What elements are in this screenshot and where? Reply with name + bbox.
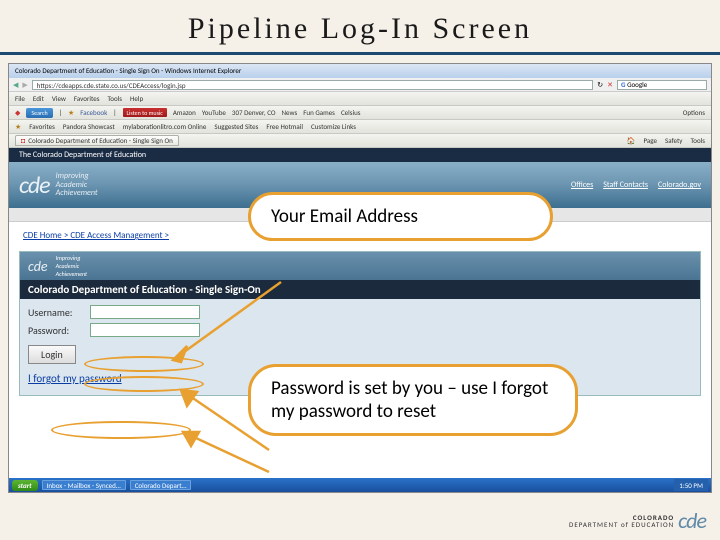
stop-icon[interactable]: ✕ [607, 80, 613, 89]
menu-edit[interactable]: Edit [33, 94, 44, 103]
cde-tagline: Improving Academic Achievement [56, 172, 98, 198]
cde-wordmark: cde [19, 171, 50, 200]
toolbar-icon[interactable]: ◆ [15, 108, 20, 117]
tab-title: Colorado Department of Education - Singl… [28, 136, 173, 145]
nav-back-icon[interactable]: ◀ [13, 80, 18, 89]
nav-fwd-icon[interactable]: ▶ [22, 80, 27, 89]
tray-clock: 1:50 PM [679, 481, 703, 490]
ie-tabs-row: ◘ Colorado Department of Education - Sin… [9, 134, 711, 148]
menu-view[interactable]: View [52, 94, 66, 103]
windows-taskbar: start Inbox - Mailbox - Synced… Colorado… [9, 478, 711, 492]
refresh-icon[interactable]: ↻ [597, 80, 603, 89]
toolbar-sep: | [59, 108, 62, 117]
footer-dept: DEPARTMENT of EDUCATION [569, 521, 674, 528]
toolbar-search-button[interactable]: Search [26, 108, 52, 118]
browser-tab[interactable]: ◘ Colorado Department of Education - Sin… [15, 135, 179, 146]
fav-item[interactable]: mylaborationlitro.com Online [123, 122, 207, 131]
ie-menubar: File Edit View Favorites Tools Help [9, 92, 711, 106]
menu-file[interactable]: File [15, 94, 25, 103]
menu-favorites[interactable]: Favorites [74, 94, 100, 103]
fav-pandora[interactable]: Pandora Showcast [63, 122, 115, 131]
toolbar-facebook[interactable]: Facebook [80, 108, 107, 117]
toolbar-options[interactable]: Options [683, 108, 705, 117]
search-provider-box[interactable]: G Google [617, 80, 707, 90]
url-field[interactable]: https://cdeapps.cde.state.co.us/CDEAcces… [32, 80, 593, 90]
favorites-label[interactable]: Favorites [29, 122, 55, 131]
slide-footer-logo: COLORADO DEPARTMENT of EDUCATION cde [569, 507, 706, 534]
toolbar-celsius[interactable]: Celsius [341, 108, 361, 117]
ie-toolbar: ◆ Search | ★ Facebook | Listen to music … [9, 106, 711, 120]
toolbar-news[interactable]: News [282, 108, 298, 117]
tab-home-icon[interactable]: 🏠 [627, 136, 636, 145]
favorites-star-icon[interactable]: ★ [15, 122, 21, 131]
system-tray[interactable]: 1:50 PM [674, 479, 708, 491]
arrow-to-username [159, 274, 289, 369]
toolbar-amazon[interactable]: Amazon [173, 108, 196, 117]
toolbar-sep: | [113, 108, 116, 117]
cde-topbar: The Colorado Department of Education [9, 148, 711, 162]
taskbar-app-inbox[interactable]: Inbox - Mailbox - Synced… [42, 480, 126, 490]
search-provider-label: Google [627, 80, 647, 89]
tab-right-tools[interactable]: Tools [690, 136, 705, 145]
username-label: Username: [28, 306, 84, 319]
fav-hotmail[interactable]: Free Hotmail [266, 122, 303, 131]
menu-tools[interactable]: Tools [108, 94, 123, 103]
login-panel-title: Colorado Department of Education - Singl… [20, 280, 700, 299]
toolbar-listen-button[interactable]: Listen to music [123, 108, 167, 117]
footer-cde-wordmark: cde [678, 507, 706, 534]
google-icon: G [621, 80, 625, 89]
ie-favorites-bar: ★ Favorites Pandora Showcast mylaboratio… [9, 120, 711, 134]
start-button[interactable]: start [12, 480, 38, 491]
fav-customize[interactable]: Customize Links [311, 122, 356, 131]
menu-help[interactable]: Help [130, 94, 143, 103]
login-mini-tag: Improving Academic Achievement [56, 254, 87, 278]
slide-title: Pipeline Log-In Screen [0, 0, 720, 55]
ie-titlebar: Colorado Department of Education - Singl… [9, 64, 711, 78]
toolbar-weather[interactable]: 307 Denver, CO [232, 108, 276, 117]
cde-header-links: Offices Staff Contacts Colorado.gov [571, 180, 701, 190]
link-offices[interactable]: Offices [571, 180, 593, 190]
link-staff-contacts[interactable]: Staff Contacts [603, 180, 648, 190]
toolbar-games[interactable]: Fun Games [303, 108, 335, 117]
toolbar-youtube[interactable]: YouTube [202, 108, 226, 117]
link-colorado-gov[interactable]: Colorado.gov [658, 180, 701, 190]
login-panel-header: cde Improving Academic Achievement [20, 252, 700, 280]
ie-address-bar: ◀ ▶ https://cdeapps.cde.state.co.us/CDEA… [9, 78, 711, 92]
cde-logo: cde Improving Academic Achievement [19, 171, 98, 200]
login-button[interactable]: Login [28, 345, 76, 364]
toolbar-bookmark-icon[interactable]: ★ [68, 108, 74, 117]
callout-password: Password is set by you – use I forgot my… [248, 364, 578, 436]
tab-right-page[interactable]: Page [643, 136, 657, 145]
password-label: Password: [28, 324, 84, 337]
login-mini-logo: cde [28, 258, 48, 275]
callout-email: Your Email Address [248, 192, 553, 241]
fav-suggested[interactable]: Suggested Sites [214, 122, 258, 131]
tab-favicon-icon: ◘ [21, 136, 25, 145]
tab-right-safety[interactable]: Safety [665, 136, 682, 145]
